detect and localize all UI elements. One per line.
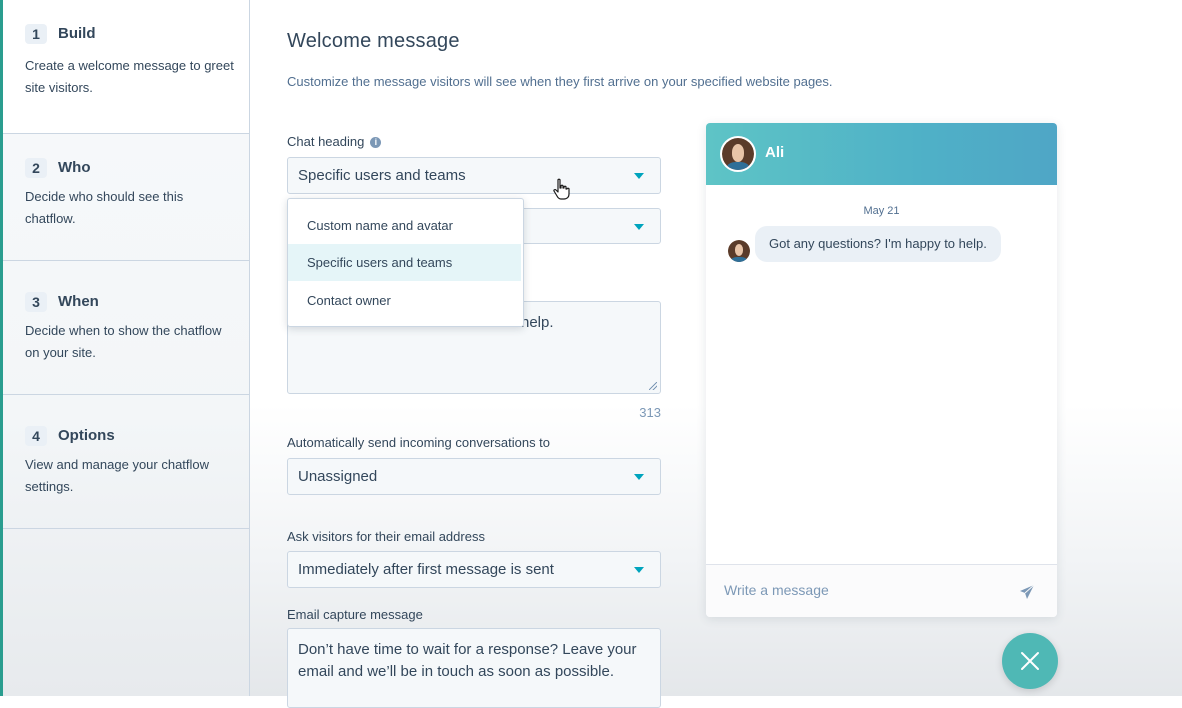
step-build[interactable]: 1 Build Create a welcome message to gree… [3, 0, 249, 134]
email-ask-select[interactable]: Immediately after first message is sent [287, 551, 661, 588]
email-capture-text: Don’t have time to wait for a response? … [298, 641, 637, 680]
step-options[interactable]: 4 Options View and manage your chatflow … [3, 395, 249, 529]
character-count: 313 [639, 405, 661, 420]
routing-select[interactable]: Unassigned [287, 458, 661, 495]
chat-date: May 21 [863, 205, 900, 217]
step-when[interactable]: 3 When Decide when to show the chatflow … [3, 261, 249, 395]
resize-handle-icon[interactable] [649, 382, 657, 390]
dropdown-option-contact-owner[interactable]: Contact owner [288, 282, 521, 319]
info-icon[interactable]: i [370, 137, 382, 148]
routing-selected: Unassigned [298, 468, 378, 485]
step-number: 4 [25, 426, 47, 446]
step-sidebar: 1 Build Create a welcome message to gree… [3, 0, 250, 696]
chat-composer: Write a message [706, 564, 1057, 617]
page-title: Welcome message [287, 30, 460, 52]
welcome-message-text: help. [521, 314, 554, 331]
step-description: Create a welcome message to greet site v… [25, 58, 234, 95]
chat-launcher-close-button[interactable] [1002, 633, 1058, 689]
chat-heading-dropdown: Custom name and avatar Specific users an… [287, 198, 524, 327]
chat-heading-label: Chat heading i [287, 134, 382, 149]
agent-avatar [720, 136, 756, 172]
email-ask-label: Ask visitors for their email address [287, 529, 485, 544]
chat-heading-label-text: Chat heading [287, 134, 365, 149]
step-description: Decide who should see this chatflow. [25, 189, 184, 226]
chat-heading-selected: Specific users and teams [298, 167, 466, 184]
page-subtitle: Customize the message visitors will see … [287, 74, 833, 89]
hand-pointer-icon [553, 178, 570, 200]
agent-name: Ali [765, 144, 785, 161]
routing-label: Automatically send incoming conversation… [287, 435, 551, 450]
step-name: Options [58, 427, 115, 444]
chat-heading-select[interactable]: Specific users and teams [287, 157, 661, 194]
email-capture-label: Email capture message [287, 607, 423, 622]
chevron-down-icon [634, 474, 644, 480]
email-capture-textarea[interactable]: Don’t have time to wait for a response? … [287, 628, 661, 708]
chat-preview: Ali May 21 Got any questions? I'm happy … [706, 123, 1057, 617]
step-name: When [58, 293, 99, 310]
step-number: 2 [25, 158, 47, 178]
close-icon [1021, 652, 1039, 670]
chevron-down-icon [634, 224, 644, 230]
chevron-down-icon [634, 567, 644, 573]
step-who[interactable]: 2 Who Decide who should see this chatflo… [3, 127, 249, 261]
email-ask-selected: Immediately after first message is sent [298, 561, 554, 578]
step-description: View and manage your chatflow settings. [25, 457, 210, 494]
chat-header: Ali [706, 123, 1057, 185]
dropdown-option-custom-name[interactable]: Custom name and avatar [288, 207, 521, 244]
step-description: Decide when to show the chatflow on your… [25, 323, 222, 360]
step-name: Build [58, 25, 96, 42]
paper-plane-icon[interactable] [1019, 584, 1035, 600]
dropdown-option-specific-users[interactable]: Specific users and teams [288, 244, 521, 281]
chevron-down-icon [634, 173, 644, 179]
step-number: 3 [25, 292, 47, 312]
step-name: Who [58, 159, 91, 176]
welcome-message-bubble: Got any questions? I'm happy to help. [755, 226, 1001, 262]
chat-message-input[interactable]: Write a message [724, 582, 829, 598]
step-number: 1 [25, 24, 47, 44]
message-avatar [728, 240, 750, 262]
